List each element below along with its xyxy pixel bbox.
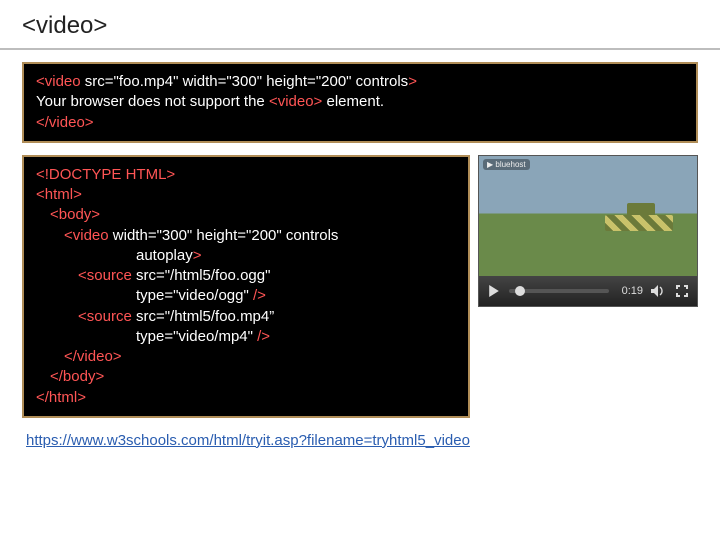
reference-link[interactable]: https://www.w3schools.com/html/tryit.asp… xyxy=(22,432,698,449)
text: element. xyxy=(322,93,384,110)
code-line: autoplay> xyxy=(36,246,456,266)
video-subject xyxy=(605,201,675,233)
code-line: </video> xyxy=(36,113,684,133)
code-line: type="video/mp4" /> xyxy=(36,327,456,347)
code-line: <body> xyxy=(36,205,456,225)
code-line: </html> xyxy=(36,388,456,408)
code-line: </video> xyxy=(36,347,456,367)
tag-open: <source xyxy=(78,308,136,325)
page-title: <video> xyxy=(22,12,698,48)
code-line: type="video/ogg" /> xyxy=(36,286,456,306)
code-line: <source src="/html5/foo.ogg" xyxy=(36,266,456,286)
video-controls: 0:19 xyxy=(479,276,697,306)
time-display: 0:19 xyxy=(615,285,643,297)
volume-button[interactable] xyxy=(649,282,667,300)
code-block-1: <video src="foo.mp4" width="300" height=… xyxy=(22,62,698,143)
code-line: <html> xyxy=(36,185,456,205)
code-line: <!DOCTYPE HTML> xyxy=(36,165,456,185)
tag-open: <source xyxy=(78,267,136,284)
video-player: ▶ bluehost 0:19 xyxy=(478,155,698,307)
seek-knob[interactable] xyxy=(515,286,525,296)
tag-open: <video xyxy=(64,227,113,244)
divider xyxy=(0,48,720,50)
play-button[interactable] xyxy=(485,282,503,300)
text: Your browser does not support the xyxy=(36,93,269,110)
code-line: <video src="foo.mp4" width="300" height=… xyxy=(36,72,684,92)
attrs: type="video/ogg" xyxy=(136,287,253,304)
code-line: <video width="300" height="200" controls xyxy=(36,226,456,246)
tag-open: <video xyxy=(36,73,85,90)
code-line: <source src="/html5/foo.mp4” xyxy=(36,307,456,327)
video-frame: ▶ bluehost xyxy=(479,156,697,276)
attrs: src="/html5/foo.ogg" xyxy=(136,267,270,284)
seek-bar[interactable] xyxy=(509,289,609,293)
attrs: src="foo.mp4" width="300" height="200" c… xyxy=(85,73,408,90)
fullscreen-button[interactable] xyxy=(673,282,691,300)
attrs: type="video/mp4" xyxy=(136,328,257,345)
video-watermark: ▶ bluehost xyxy=(483,159,530,170)
code-block-2: <!DOCTYPE HTML> <html> <body> <video wid… xyxy=(22,155,470,418)
tag-close: /> xyxy=(257,328,270,345)
attrs: width="300" height="200" controls xyxy=(113,227,339,244)
attrs: src="/html5/foo.mp4” xyxy=(136,308,274,325)
tag-close: /> xyxy=(253,287,266,304)
code-line: </body> xyxy=(36,367,456,387)
tag: <video> xyxy=(269,93,322,110)
tag-close: > xyxy=(408,73,417,90)
tag-close: > xyxy=(193,247,202,264)
attrs: autoplay xyxy=(136,247,193,264)
code-line: Your browser does not support the <video… xyxy=(36,92,684,112)
